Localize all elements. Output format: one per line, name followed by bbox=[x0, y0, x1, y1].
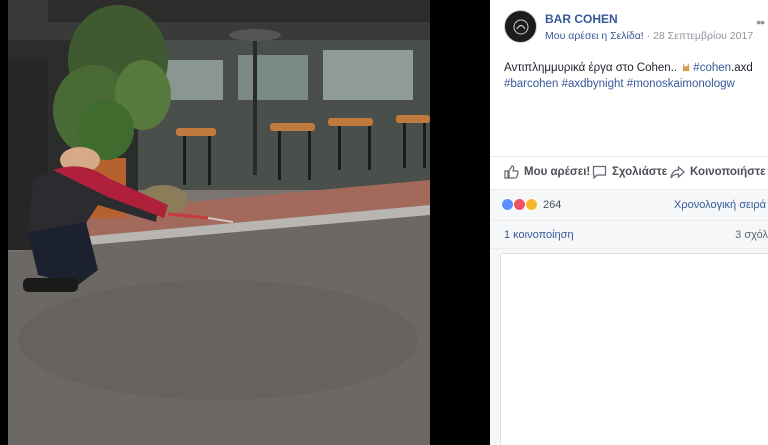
share-icon bbox=[670, 165, 685, 179]
reaction-count[interactable]: 264 bbox=[543, 199, 561, 211]
post-text: Αντιπλημμυρικά έργα στο Cohen.. #cohen.a… bbox=[504, 60, 766, 92]
sort-order-link[interactable]: Χρονολογική σειρά bbox=[674, 199, 766, 211]
meta-separator: · bbox=[643, 30, 654, 42]
more-options-icon[interactable]: •• bbox=[756, 14, 765, 30]
hashtag-axdbynight[interactable]: #axdbynight bbox=[562, 78, 624, 90]
share-label: Κοινοποιήστε bbox=[690, 166, 766, 178]
hashtag-monoskaimonologw[interactable]: #monoskaimonologw bbox=[627, 78, 735, 90]
comments-count-link[interactable]: 3 σχόλ bbox=[735, 229, 768, 241]
logo-icon bbox=[513, 19, 528, 34]
shares-count-link[interactable]: 1 κοινοποίηση bbox=[504, 229, 574, 241]
share-button[interactable]: Κοινοποιήστε bbox=[670, 165, 766, 179]
reactions-bar: 264 Χρονολογική σειρά bbox=[490, 189, 768, 220]
thumbs-up-icon bbox=[504, 165, 519, 179]
post-header: BAR COHEN Μου αρέσει η Σελίδα! · 28 Σεπτ… bbox=[504, 10, 768, 46]
haha-reaction-icon[interactable] bbox=[525, 198, 538, 211]
post-sidebar: BAR COHEN Μου αρέσει η Σελίδα! · 28 Σεπτ… bbox=[490, 0, 768, 445]
post-caption: Αντιπλημμυρικά έργα στο Cohen.. bbox=[504, 62, 678, 74]
comment-icon bbox=[592, 165, 607, 179]
comments-area bbox=[490, 248, 768, 445]
comment-label: Σχολιάστε bbox=[612, 166, 668, 178]
post-photo[interactable] bbox=[8, 0, 430, 445]
post-actions: Μου αρέσει! Σχολιάστε Κοινοποιήστε bbox=[490, 156, 768, 189]
caption-suffix: .axd bbox=[731, 62, 753, 74]
photo-viewer bbox=[0, 0, 490, 445]
comment-button[interactable]: Σχολιάστε bbox=[592, 165, 667, 179]
hashtag-cohen[interactable]: #cohen bbox=[693, 62, 731, 74]
like-button[interactable]: Μου αρέσει! bbox=[504, 165, 590, 179]
post-meta: Μου αρέσει η Σελίδα! · 28 Σεπτεμβρίου 20… bbox=[545, 30, 753, 42]
comment-panel bbox=[500, 253, 768, 445]
engagement-stats: 1 κοινοποίηση 3 σχόλ bbox=[490, 220, 768, 248]
page-avatar[interactable] bbox=[504, 10, 537, 43]
like-label: Μου αρέσει! bbox=[524, 166, 591, 178]
page-name-link[interactable]: BAR COHEN bbox=[545, 12, 618, 26]
like-page-link[interactable]: Μου αρέσει η Σελίδα! bbox=[545, 30, 644, 42]
hashtag-barcohen[interactable]: #barcohen bbox=[504, 78, 558, 90]
street-scene-illustration bbox=[8, 0, 430, 445]
post-date[interactable]: 28 Σεπτεμβρίου 2017 bbox=[653, 30, 753, 42]
rock-hand-emoji-icon bbox=[683, 62, 690, 72]
